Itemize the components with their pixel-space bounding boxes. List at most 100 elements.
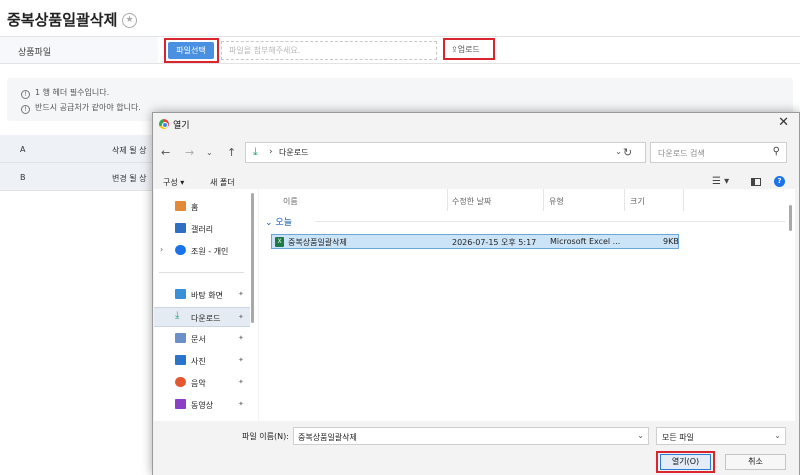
up-arrow-icon[interactable]: ↑ (227, 146, 236, 159)
file-size: 9KB (663, 237, 679, 246)
forward-arrow-icon[interactable]: → (185, 146, 194, 159)
nav-item-label: 음악 (191, 379, 206, 388)
favorite-star-icon[interactable]: ★ (122, 13, 137, 28)
file-row[interactable]: X 중복상품일괄삭제 2026-07-15 오후 5:17 Microsoft … (271, 234, 679, 249)
pictures-icon (175, 355, 186, 365)
column-header-size[interactable]: 크기 (630, 196, 645, 207)
recent-dropdown-icon[interactable]: ⌄ (206, 148, 213, 157)
home-icon (175, 201, 186, 211)
search-placeholder: 다운로드 검색 (658, 149, 705, 158)
breadcrumb-separator: › (269, 147, 273, 157)
nav-item-desktop[interactable]: 바탕 화면 ✦ (154, 285, 250, 305)
nav-item-label: 다운로드 (191, 314, 221, 323)
content-scrollbar[interactable] (789, 205, 792, 231)
file-path-input[interactable]: 파일을 첨부해주세요. (221, 41, 437, 60)
nav-item-label: 바탕 화면 (191, 291, 223, 300)
open-button[interactable]: 열기(O) (660, 454, 711, 470)
nav-item-label: 문서 (191, 335, 206, 344)
upload-button-label: 업로드 (457, 45, 480, 54)
notice-line: ! 1 행 헤더 필수입니다. (21, 87, 109, 99)
filename-input[interactable]: 중복상품일괄삭제 ⌄ (293, 427, 649, 445)
cloud-icon (175, 245, 186, 255)
dialog-title: 열기 (159, 118, 190, 131)
pin-icon: ✦ (238, 313, 244, 321)
upload-button[interactable]: ⇪업로드 (451, 44, 480, 55)
table-cell-key: A (20, 145, 26, 154)
cancel-button[interactable]: 취소 (725, 454, 786, 470)
nav-item-documents[interactable]: 문서 ✦ (154, 329, 250, 349)
help-icon[interactable]: ? (774, 176, 785, 187)
file-type-value: 모든 파일 (662, 433, 694, 442)
dialog-title-text: 열기 (173, 121, 190, 131)
info-icon: ! (21, 105, 30, 114)
filename-label: 파일 이름(N): (242, 432, 289, 441)
file-modified: 2026-07-15 오후 5:17 (452, 238, 537, 247)
nav-item-music[interactable]: 음악 ✦ (154, 373, 250, 393)
nav-item-downloads[interactable]: ⤓ 다운로드 ✦ (154, 307, 250, 327)
nav-item-pictures[interactable]: 사진 ✦ (154, 351, 250, 371)
chevron-down-icon: ⌄ (265, 218, 273, 228)
pin-icon: ✦ (238, 334, 244, 342)
pin-icon: ✦ (238, 290, 244, 298)
table-cell-key: B (20, 173, 26, 182)
music-icon (175, 377, 186, 387)
refresh-icon[interactable]: ↻ (623, 146, 632, 159)
nav-item-label: 사진 (191, 357, 206, 366)
nav-item-videos[interactable]: 동영상 ✦ (154, 395, 250, 415)
organize-menu[interactable]: 구성 ▾ (163, 177, 184, 188)
new-folder-button[interactable]: 새 폴더 (210, 177, 235, 188)
chevron-down-icon[interactable]: ⌄ (615, 147, 622, 156)
download-folder-icon: ⤓ (253, 145, 258, 158)
nav-item-label: 홈 (191, 203, 199, 212)
file-select-button[interactable]: 파일선택 (168, 42, 214, 59)
notice-text: 반드시 공급처가 같아야 합니다. (35, 103, 141, 112)
product-file-label: 상품파일 (18, 48, 52, 58)
breadcrumb-location[interactable]: 다운로드 (279, 147, 308, 158)
file-type: Microsoft Excel ... (550, 237, 621, 246)
search-input[interactable]: 다운로드 검색 ⚲ (650, 142, 787, 163)
upload-row: 상품파일 파일선택 파일을 첨부해주세요. ⇪업로드 (0, 36, 800, 64)
column-header-name[interactable]: 이름 (283, 196, 298, 207)
nav-item-label: 갤러리 (191, 225, 214, 234)
open-file-dialog: 열기 ✕ ← → ⌄ ↑ ⤓ › 다운로드 ⌄ ↻ 다운로드 검색 ⚲ 구성 ▾… (152, 112, 800, 475)
column-header-modified[interactable]: 수정한 날짜 (452, 196, 491, 207)
column-divider (683, 189, 684, 211)
column-divider (447, 189, 448, 211)
nav-item-label: 동영상 (191, 401, 214, 410)
nav-item-home[interactable]: 홈 (154, 197, 250, 217)
pin-icon: ✦ (238, 400, 244, 408)
nav-item-onedrive[interactable]: › 조원 - 개인 (154, 241, 250, 261)
close-icon[interactable]: ✕ (778, 115, 789, 130)
address-bar[interactable]: ⤓ › 다운로드 ⌄ (245, 142, 646, 163)
table-cell-desc: 삭제 될 상 (112, 146, 147, 155)
preview-pane-icon[interactable] (751, 178, 761, 186)
chevron-right-icon[interactable]: › (160, 245, 163, 254)
page-title: 중복상품일괄삭제 (7, 11, 118, 29)
nav-divider (159, 272, 244, 273)
group-label: 오늘 (275, 218, 292, 228)
column-header-type[interactable]: 유형 (549, 196, 564, 207)
search-icon: ⚲ (772, 146, 780, 157)
chevron-down-icon: ⌄ (774, 431, 781, 440)
dialog-footer: 파일 이름(N): 중복상품일괄삭제 ⌄ 모든 파일 ⌄ 열기(O) 취소 (153, 421, 799, 475)
nav-scrollbar[interactable] (251, 193, 254, 323)
back-arrow-icon[interactable]: ← (161, 146, 170, 159)
column-divider (624, 189, 625, 211)
table-cell-desc: 변경 될 상 (112, 174, 147, 183)
navigation-pane: 홈 갤러리 › 조원 - 개인 바탕 화면 ✦ ⤓ 다운로드 ✦ 문서 ✦ 사진… (154, 189, 258, 421)
nav-item-gallery[interactable]: 갤러리 (154, 219, 250, 239)
document-icon (175, 333, 186, 343)
upload-icon: ⇪ (451, 45, 458, 54)
notice-text: 1 행 헤더 필수입니다. (35, 88, 110, 97)
table-row: B 변경 될 상 (0, 163, 160, 191)
group-divider (315, 221, 785, 222)
file-type-select[interactable]: 모든 파일 ⌄ (656, 427, 786, 445)
info-icon: ! (21, 90, 30, 99)
notice-line: ! 반드시 공급처가 같아야 합니다. (21, 102, 141, 114)
view-options-icon[interactable]: ☰ ▾ (712, 176, 729, 187)
group-header-today[interactable]: ⌄ 오늘 (265, 215, 292, 228)
chevron-down-icon[interactable]: ⌄ (637, 431, 644, 440)
file-list-pane: 이름 수정한 날짜 유형 크기 ⌄ 오늘 X 중복상품일괄삭제 2026-07-… (259, 189, 795, 421)
file-name: 중복상품일괄삭제 (288, 238, 347, 247)
column-divider (543, 189, 544, 211)
